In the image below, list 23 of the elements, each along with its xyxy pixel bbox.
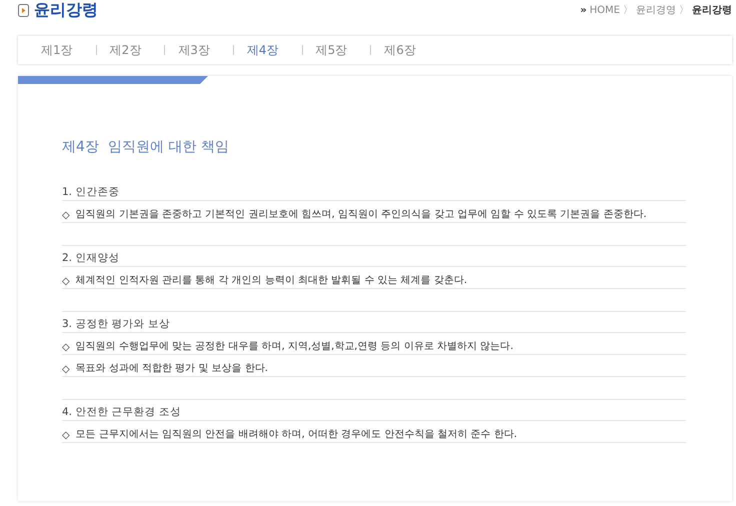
policy-item: ◇ 체계적인 인적자원 관리를 통해 각 개인의 능력이 최대한 발휘될 수 있는 체계를 갖춘다. (62, 267, 686, 289)
policy-item: ◇ 모든 근무지에서는 임직원의 안전을 배려해야 하며, 어떠한 경우에도 안전수칙을 철저히 준수 한다. (62, 421, 686, 443)
policy-item: ◇ 임직원의 기본권을 존중하고 기본적인 권리보호에 힘쓰며, 임직원이 주인의식을 갖고 업무에 임할 수 있도록 기본권을 존중한다. (62, 201, 686, 223)
chapter-tab[interactable]: 제3장 (165, 42, 233, 58)
chapter-tab[interactable]: 제1장 (28, 42, 96, 58)
breadcrumb-marker: » (580, 4, 587, 16)
breadcrumb-link[interactable]: 윤리경영 (636, 3, 676, 17)
chapter-tab[interactable]: 제4장 (234, 42, 302, 58)
breadcrumb-separator: 〉 (623, 4, 633, 17)
chapter-heading: 제4장 임직원에 대한 책임 (62, 138, 230, 156)
section-heading: 2. 인재양성 (62, 246, 686, 267)
chapter-tab[interactable]: 제2장 (96, 42, 164, 58)
section-heading: 3. 공정한 평가와 보상 (62, 312, 686, 333)
policy-item: ◇ 목표와 성과에 적합한 평가 및 보상을 한다. (62, 355, 686, 377)
breadcrumb-link[interactable]: HOME (590, 4, 620, 16)
section-heading: 1. 인간존중 (62, 180, 686, 201)
chapter-tab[interactable]: 제5장 (302, 42, 370, 58)
page-title: 윤리강령 (34, 0, 98, 20)
breadcrumb-current: 윤리강령 (692, 4, 732, 17)
section-heading: 4. 안전한 근무환경 조성 (62, 400, 686, 421)
chapter-tab[interactable]: 제6장 (371, 42, 439, 58)
breadcrumb-separator: 〉 (679, 4, 689, 17)
policy-item: ◇ 임직원의 수행업무에 맞는 공정한 대우를 하며, 지역,성별,학교,연령 등의 이유로 차별하지 않는다. (62, 333, 686, 355)
